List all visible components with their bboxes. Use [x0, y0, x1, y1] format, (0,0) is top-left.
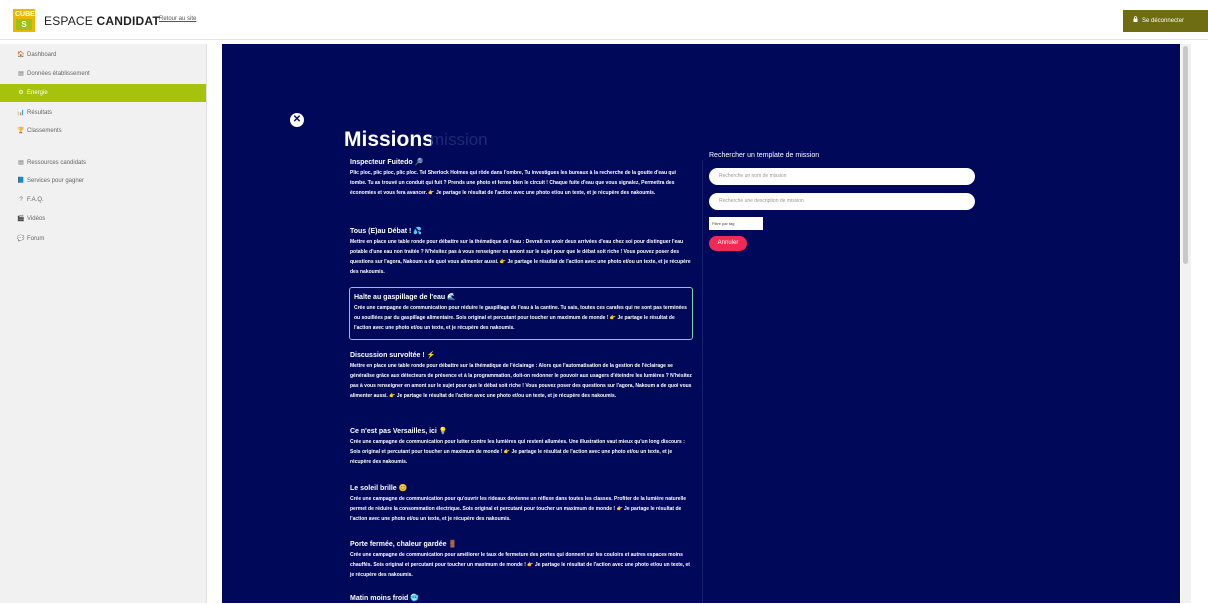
sidebar-item-dashboard[interactable]: 🏠 Dashboard [0, 46, 206, 64]
mission-item[interactable]: Inspecteur Fuitedo 🔎 Plic ploc, plic plo… [350, 158, 693, 198]
mission-description: Plic ploc, plic ploc, plic ploc. Tel She… [350, 170, 676, 196]
sidebar-item-forum[interactable]: 💬 Forum [0, 230, 206, 248]
search-panel-title: Rechercher un template de mission [709, 152, 820, 159]
trophy-icon: 🏆 [17, 128, 25, 134]
cube-logo[interactable]: CUBE S [13, 9, 35, 32]
search-name-input[interactable]: Recherche un nom de mission [709, 168, 975, 185]
logo-text-top: CUBE [15, 11, 35, 18]
sidebar-item-services[interactable]: 📘 Services pour gagner [0, 172, 206, 190]
mission-title: Tous (E)au Débat ! 💦 [350, 228, 422, 235]
sidebar-item-resultats[interactable]: 📊 Résultats [0, 104, 206, 122]
brand-light: ESPACE [44, 14, 97, 28]
mission-title: Halte au gaspillage de l'eau 🌊 [354, 294, 456, 301]
sidebar: 🏠 Dashboard ▤ Données établissement ⚙ En… [0, 44, 207, 603]
mission-item[interactable]: Le soleil brille 😊 Crée une campagne de … [350, 484, 693, 524]
mission-description: Crée une campagne de communication pour … [350, 552, 690, 578]
page-title: Missions [344, 128, 434, 151]
book-icon: 📘 [17, 178, 25, 184]
back-to-site-link[interactable]: Retour au site [159, 16, 196, 22]
mission-item[interactable]: Porte fermée, chaleur gardée 🚪 Crée une … [350, 540, 693, 580]
title-ghost-text: mission [430, 130, 488, 149]
close-icon[interactable]: ✕ [290, 113, 304, 127]
bar-chart-icon: 📊 [17, 110, 25, 116]
logout-button[interactable]: Se déconnecter [1123, 10, 1208, 32]
logout-label: Se déconnecter [1142, 18, 1185, 24]
home-icon: 🏠 [17, 52, 25, 58]
mission-title: Inspecteur Fuitedo 🔎 [350, 159, 424, 166]
mission-description: Crée une campagne de communication pour … [350, 496, 687, 522]
top-header: CUBE S ESPACE CANDIDAT Retour au site Se… [0, 0, 1208, 40]
mission-item[interactable]: Discussion survoltée ! ⚡ Mettre en place… [350, 351, 693, 401]
sidebar-item-label: Dashboard [27, 52, 57, 58]
sidebar-item-label: Vidéos [27, 216, 46, 222]
document-icon: ▤ [18, 160, 24, 166]
sidebar-item-label: Services pour gagner [27, 178, 85, 184]
logo-text-bottom: S [16, 19, 32, 30]
gear-icon: ⚙ [18, 90, 24, 96]
scrollbar-thumb[interactable] [1183, 46, 1188, 264]
sidebar-item-classements[interactable]: 🏆 Classements [0, 122, 206, 140]
sidebar-item-label: Forum [27, 236, 45, 242]
sidebar-item-faq[interactable]: ? F.A.Q. [0, 191, 206, 209]
mission-title: Ce n'est pas Versailles, ici 💡 [350, 428, 448, 435]
tag-filter-select[interactable]: Filtre par tag [709, 217, 763, 230]
mission-title: Le soleil brille 😊 [350, 485, 408, 492]
mission-description: Mettre en place une table ronde pour déb… [350, 239, 691, 275]
chat-icon: 💬 [17, 236, 25, 242]
sidebar-item-energie[interactable]: ⚙ Energie [0, 84, 206, 102]
mission-item-selected[interactable]: Halte au gaspillage de l'eau 🌊 Crée une … [349, 287, 693, 340]
sidebar-item-label: Résultats [27, 110, 53, 116]
sidebar-item-label: Classements [27, 128, 62, 134]
panel-divider [702, 160, 703, 603]
app-brand: ESPACE CANDIDAT [44, 14, 160, 28]
mission-title: Discussion survoltée ! ⚡ [350, 352, 436, 359]
mission-title: Matin moins froid 🥶 [350, 595, 419, 602]
sidebar-item-ressources[interactable]: ▤ Ressources candidats [0, 154, 206, 172]
mission-description: Crée une campagne de communication pour … [354, 305, 687, 331]
mission-title: Porte fermée, chaleur gardée 🚪 [350, 541, 458, 548]
sidebar-item-label: Energie [27, 90, 48, 96]
lock-icon [1133, 16, 1138, 22]
video-icon: 🎬 [17, 216, 25, 222]
sidebar-item-donnees[interactable]: ▤ Données établissement [0, 65, 206, 83]
mission-item[interactable]: Ce n'est pas Versailles, ici 💡 Crée une … [350, 427, 693, 467]
question-icon: ? [19, 197, 23, 203]
mission-description: Mettre en place une table ronde pour déb… [350, 363, 692, 399]
sidebar-item-label: Ressources candidats [27, 160, 87, 166]
brand-bold: CANDIDAT [96, 14, 160, 28]
sidebar-item-videos[interactable]: 🎬 Vidéos [0, 210, 206, 228]
search-description-input[interactable]: Recherche une description de mission [709, 193, 975, 210]
cancel-button[interactable]: Annuler [709, 236, 747, 251]
sidebar-item-label: Données établissement [27, 71, 90, 77]
sidebar-item-label: F.A.Q. [27, 197, 44, 203]
mission-description: Crée une campagne de communication pour … [350, 439, 685, 465]
mission-item[interactable]: Tous (E)au Débat ! 💦 Mettre en place une… [350, 227, 693, 277]
table-icon: ▤ [18, 71, 24, 77]
